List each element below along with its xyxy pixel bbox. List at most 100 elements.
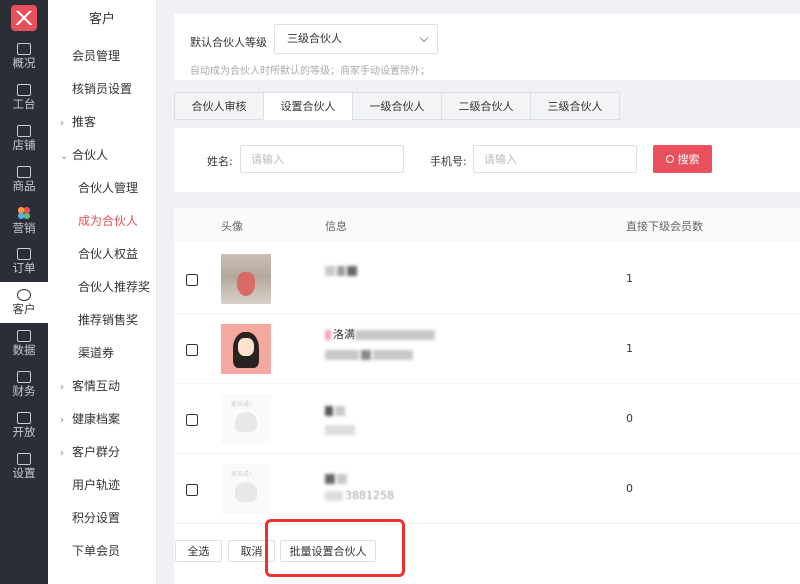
subnav-label: 客情互动 [72,379,121,393]
rail-item-open[interactable]: 开放 [0,405,48,446]
default-level-select[interactable]: 三级合伙人 [274,24,438,54]
rail-item-marketing[interactable]: 营销 [0,200,48,241]
member-info [325,404,357,436]
subnav-group-partner[interactable]: ⌄ 合伙人 [48,139,156,172]
subnav-title: 客户 [88,12,115,27]
rail-label: 开放 [12,425,36,439]
subnav-item-become-partner[interactable]: 成为合伙人 [48,205,156,238]
subnav-item-ordering-members[interactable]: 下单会员 [48,535,156,568]
subnav-item-sales-referral-reward[interactable]: 推荐销售奖 [48,304,156,337]
subnav-item-partner-benefits[interactable]: 合伙人权益 [48,238,156,271]
logo-icon [11,5,37,31]
rail-item-data[interactable]: 数据 [0,323,48,364]
redacted-text [355,330,435,340]
subnav-group-health-records[interactable]: › 健康档案 [48,403,156,436]
redacted-text [325,474,335,484]
select-all-button[interactable]: 全选 [175,540,222,562]
search-button[interactable]: 搜索 [653,145,712,173]
rail-label: 概况 [12,56,36,70]
tab-set-partner[interactable]: 设置合伙人 [263,92,353,120]
redacted-text [325,491,343,501]
subnav-label: 会员管理 [72,49,121,63]
rail-item-customers[interactable]: 客户 [0,282,48,323]
chevron-right-icon: › [60,415,64,426]
subnav-item-member-management[interactable]: 会员管理 [48,40,156,73]
row-checkbox[interactable] [186,344,198,356]
gear-icon [17,453,31,465]
app-logo[interactable] [0,0,48,36]
avatar [221,254,271,304]
row-checkbox[interactable] [186,484,198,496]
subnav-label: 用户轨迹 [72,478,121,492]
main-rail: 概况 工台 店铺 商品 营销 订单 客户 数据 财务 开放 设置 [0,0,48,584]
rail-item-overview[interactable]: 概况 [0,36,48,77]
redacted-text [337,266,345,276]
subnav-group-customer-interaction[interactable]: › 客情互动 [48,370,156,403]
subnav-label: 成为合伙人 [78,214,139,228]
name-input[interactable] [240,145,404,173]
tab-partner-review[interactable]: 合伙人审核 [174,92,264,120]
subordinate-count: 1 [626,272,633,285]
finance-icon [17,371,31,383]
subnav-label: 渠道券 [78,346,115,360]
header-info: 信息 [325,220,347,233]
name-label: 姓名: [207,155,233,168]
avatar: 家长成! [221,394,271,444]
rail-label: 设置 [12,466,36,480]
subnav-item-partner-referral-reward[interactable]: 合伙人推荐奖 [48,271,156,304]
member-phone-fragment: 3881258 [345,489,394,502]
default-level-value: 三级合伙人 [287,32,342,45]
chevron-right-icon: › [60,448,64,459]
search-button-label: 搜索 [677,153,700,166]
avatar-caption: 家长成! [231,401,252,408]
redacted-text [325,425,355,435]
subnav-item-points-settings[interactable]: 积分设置 [48,502,156,535]
table-row: 1 [174,244,800,314]
tab-level-3-partner[interactable]: 三级合伙人 [530,92,620,120]
subnav-item-user-track[interactable]: 用户轨迹 [48,469,156,502]
tab-level-1-partner[interactable]: 一级合伙人 [352,92,442,120]
row-checkbox[interactable] [186,414,198,426]
row-checkbox[interactable] [186,274,198,286]
search-icon [665,155,674,163]
phone-input[interactable] [473,145,637,173]
default-level-card: 默认合伙人等级 三级合伙人 自动成为合伙人时所默认的等级；商家手动设置除外； [174,14,800,80]
member-info: 洛满 [325,326,437,361]
subnav-item-channel-coupon[interactable]: 渠道券 [48,337,156,370]
chart-icon [17,43,31,55]
redacted-text [325,350,359,360]
subnav-label: 核销员设置 [72,82,133,96]
store-icon [17,125,31,137]
redacted-text [325,330,331,340]
user-icon [17,289,31,301]
highlight-annotation [265,519,405,577]
redacted-text [337,474,347,484]
rail-item-workbench[interactable]: 工台 [0,77,48,118]
rail-item-finance[interactable]: 财务 [0,364,48,405]
order-icon [17,248,31,260]
subordinate-count: 1 [626,342,633,355]
tab-level-2-partner[interactable]: 二级合伙人 [441,92,531,120]
rail-label: 客户 [12,302,36,316]
subnav-group-customer-segments[interactable]: › 客户群分 [48,436,156,469]
rail-label: 商品 [12,179,36,193]
rail-item-goods[interactable]: 商品 [0,159,48,200]
rail-item-settings[interactable]: 设置 [0,446,48,487]
chevron-right-icon: › [60,118,64,129]
rail-label: 财务 [12,384,36,398]
subnav-item-partner-management[interactable]: 合伙人管理 [48,172,156,205]
subnav-label: 积分设置 [72,511,121,525]
sub-navigation: 客户 会员管理 核销员设置 › 推客 ⌄ 合伙人 合伙人管理 成为合伙人 合伙人权益… [48,0,157,584]
subnav-label: 合伙人推荐奖 [78,280,151,294]
subnav-group-promoter[interactable]: › 推客 [48,106,156,139]
rail-item-orders[interactable]: 订单 [0,241,48,282]
subnav-item-verifier-settings[interactable]: 核销员设置 [48,73,156,106]
partner-tabs: 合伙人审核 设置合伙人 一级合伙人 二级合伙人 三级合伙人 [174,92,620,120]
member-info: 3881258 [325,472,394,502]
rail-label: 数据 [12,343,36,357]
rail-label: 工台 [12,97,36,111]
marketing-icon [17,206,31,220]
subordinate-count: 0 [626,482,633,495]
rail-item-store[interactable]: 店铺 [0,118,48,159]
chevron-down-icon [419,33,429,43]
